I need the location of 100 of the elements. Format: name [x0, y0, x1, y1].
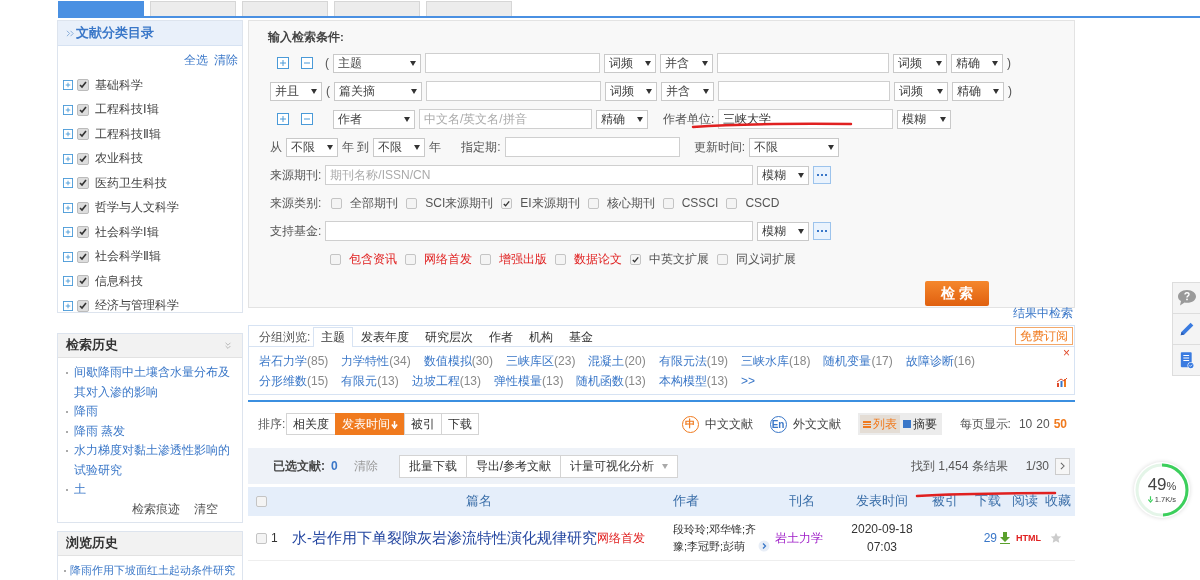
text-field[interactable]: 期刊名称/ISSN/CN — [325, 165, 754, 185]
checkbox[interactable] — [405, 253, 416, 265]
expand-icon[interactable] — [63, 153, 73, 164]
topic-link[interactable]: 力学特性(34) — [341, 351, 411, 371]
dropdown[interactable]: 词频 — [894, 81, 948, 101]
expand-icon[interactable] — [63, 129, 73, 140]
star-icon[interactable] — [1050, 532, 1062, 544]
expand-icon[interactable] — [758, 540, 770, 552]
topic-link[interactable]: 有限元法(19) — [658, 351, 729, 371]
category-label[interactable]: 基础科学 — [95, 76, 143, 94]
expand-icon[interactable] — [63, 178, 73, 189]
dropdown[interactable]: 篇关摘 — [334, 81, 422, 101]
expand-icon[interactable] — [63, 300, 73, 311]
chart-icon[interactable] — [1056, 377, 1068, 387]
topic-link[interactable]: 随机变量(17) — [823, 351, 893, 371]
view-toggle[interactable]: 摘要 — [899, 415, 940, 433]
checkbox[interactable] — [77, 275, 89, 288]
category-label[interactable]: 农业科技 — [95, 150, 143, 168]
action-button[interactable]: 计量可视化分析 — [560, 454, 679, 478]
checkbox-label[interactable]: 网络首发 — [424, 250, 472, 268]
text-field[interactable] — [426, 81, 601, 101]
checkbox-label[interactable]: 数据论文 — [574, 250, 622, 268]
category-label[interactable]: 信息科技 — [95, 272, 143, 290]
text-field[interactable] — [425, 53, 600, 73]
clear-link[interactable]: 清空 — [194, 499, 218, 518]
text-field[interactable] — [718, 81, 890, 101]
expand-icon[interactable] — [63, 251, 73, 262]
checkbox[interactable] — [77, 201, 89, 214]
action-button[interactable]: 导出/参考文献 — [465, 454, 562, 478]
checkbox-label[interactable]: EI来源期刊 — [520, 194, 580, 212]
topic-link[interactable]: 岩石力学(85) — [259, 351, 329, 371]
checkbox[interactable] — [406, 197, 418, 209]
checkbox[interactable] — [77, 250, 89, 263]
group-tab[interactable]: 研究层次 — [417, 327, 482, 346]
dropdown[interactable]: 精确 — [951, 53, 1003, 73]
category-label[interactable]: 工程科技Ⅰ辑 — [95, 101, 159, 119]
page-size-option[interactable]: 10 — [1018, 417, 1033, 431]
topic-link[interactable]: 本构模型(13) — [658, 371, 729, 391]
checkbox[interactable] — [77, 128, 89, 141]
checkbox-label[interactable]: 同义词扩展 — [736, 250, 796, 268]
article-title-link[interactable]: 水-岩作用下单裂隙灰岩渗流特性演化规律研究 — [292, 528, 597, 548]
help-icon[interactable] — [1177, 289, 1197, 307]
checkbox-label[interactable]: SCI来源期刊 — [425, 194, 494, 212]
more-link[interactable]: >> — [741, 371, 756, 391]
history-link[interactable]: 降雨 蒸发 — [74, 421, 126, 441]
remove-row-icon[interactable] — [301, 57, 313, 69]
topic-link[interactable]: 弹性模量(13) — [494, 371, 564, 391]
close-button[interactable]: × — [1063, 347, 1070, 359]
checkbox[interactable] — [77, 152, 89, 165]
topic-link[interactable]: 边坡工程(13) — [411, 371, 482, 391]
group-tab[interactable]: 基金 — [561, 327, 602, 346]
checkbox-label[interactable]: 中英文扩展 — [649, 250, 709, 268]
history-link[interactable]: 降雨 — [74, 402, 98, 422]
journal-link[interactable]: 岩土力学 — [765, 529, 823, 547]
checkbox[interactable] — [480, 253, 491, 265]
topic-link[interactable]: 随机函数(13) — [576, 371, 646, 391]
checkbox[interactable] — [717, 253, 728, 265]
pencil-icon[interactable] — [1178, 320, 1196, 338]
sort-option[interactable]: 下载 — [441, 413, 480, 435]
history-link[interactable]: 土 — [74, 480, 86, 500]
page-size-option[interactable]: 20 — [1036, 417, 1050, 431]
dropdown[interactable]: 精确 — [596, 109, 648, 129]
remove-row-icon[interactable] — [301, 113, 313, 125]
history-link[interactable]: 降雨作用下坡面红土起动条件研究 — [70, 560, 235, 580]
checkbox[interactable] — [726, 197, 738, 209]
more-button[interactable] — [813, 166, 832, 184]
text-field[interactable]: 三峡大学 — [718, 109, 894, 129]
checkbox[interactable] — [501, 197, 513, 209]
sort-option[interactable]: 被引 — [404, 413, 443, 435]
group-tab[interactable]: 主题 — [313, 327, 354, 347]
expand-icon[interactable] — [63, 227, 73, 238]
dropdown[interactable]: 不限 — [373, 137, 426, 157]
category-label[interactable]: 哲学与人文科学 — [95, 199, 179, 217]
history-link[interactable]: 间歇降雨中土壤含水量分布及其对入渗的影响 — [74, 363, 236, 402]
checkbox[interactable] — [77, 226, 89, 239]
topic-link[interactable]: 数值模拟(30) — [423, 351, 494, 371]
language-filter[interactable]: 中文文献 — [704, 415, 753, 433]
dropdown[interactable]: 作者 — [333, 109, 415, 129]
checkbox[interactable] — [331, 197, 343, 209]
checkbox-label[interactable]: 核心期刊 — [606, 194, 655, 212]
history-link[interactable]: 水力梯度对黏土渗透性影响的试验研究 — [74, 441, 236, 480]
language-filter[interactable]: 外文文献 — [792, 415, 841, 433]
topic-link[interactable]: 三峡水库(18) — [741, 351, 811, 371]
checkbox[interactable] — [330, 253, 341, 265]
text-field[interactable] — [504, 137, 680, 157]
topic-link[interactable]: 三峡库区(23) — [506, 351, 576, 371]
text-field[interactable] — [717, 53, 889, 73]
checklist-icon[interactable] — [1179, 350, 1195, 370]
dropdown[interactable]: 模糊 — [897, 109, 952, 129]
topic-link[interactable]: 故障诊断(16) — [905, 351, 976, 371]
dropdown[interactable]: 词频 — [604, 53, 656, 73]
checkbox[interactable] — [555, 253, 566, 265]
checkbox-label[interactable]: CSCD — [745, 196, 780, 210]
checkbox-label[interactable]: 包含资讯 — [349, 250, 397, 268]
select-all-checkbox[interactable] — [256, 496, 267, 507]
search-within-link[interactable]: 结果中检索 — [1013, 306, 1073, 321]
clear-link[interactable]: 清除 — [214, 52, 238, 69]
category-label[interactable]: 工程科技Ⅱ辑 — [95, 125, 161, 143]
checkbox[interactable] — [662, 197, 674, 209]
category-label[interactable]: 经济与管理科学 — [95, 297, 179, 315]
